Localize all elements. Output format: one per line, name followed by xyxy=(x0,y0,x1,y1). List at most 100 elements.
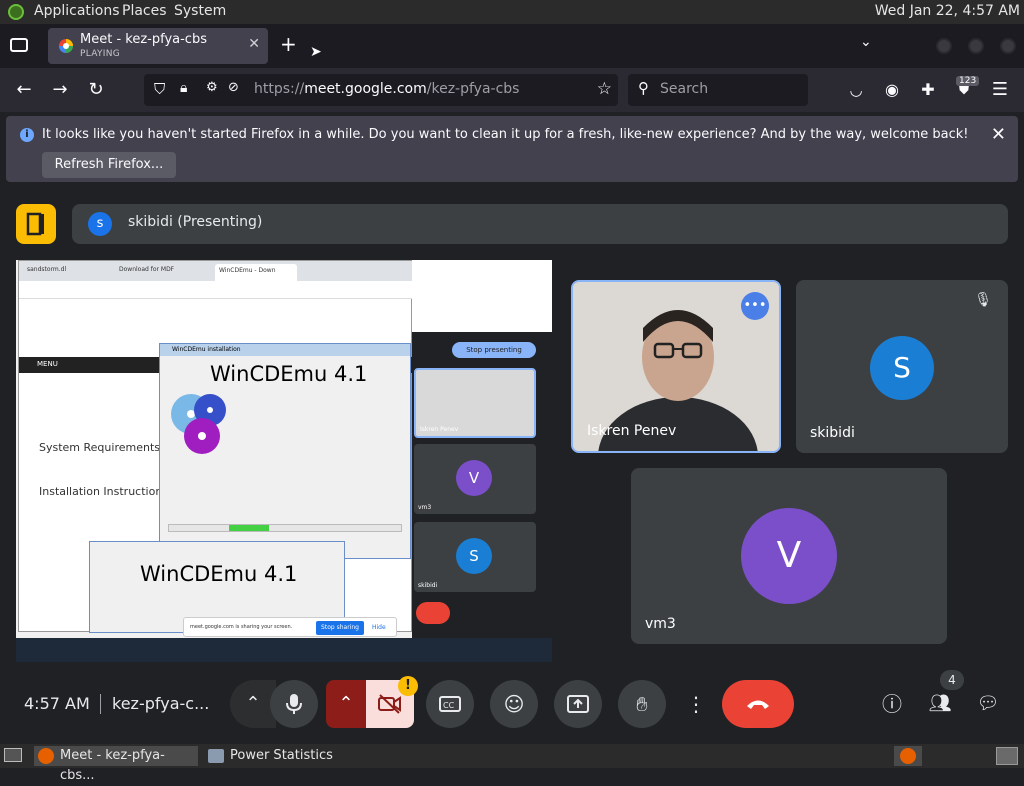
shared-tile-skibidi-name: skibidi xyxy=(418,582,438,589)
power-statistics-icon xyxy=(208,749,224,763)
workspace-switcher[interactable] xyxy=(996,747,1018,765)
door-icon xyxy=(26,212,44,236)
ublock-badge: 123 xyxy=(956,76,980,86)
distro-logo-icon[interactable] xyxy=(8,4,24,20)
chat-button[interactable]: 💬︎ xyxy=(964,680,1012,728)
show-desktop-icon[interactable] xyxy=(4,748,22,762)
end-call-button[interactable] xyxy=(722,680,794,728)
shared-progress-bar xyxy=(168,524,402,532)
shared-installer-title: WinCDEmu 4.1 xyxy=(210,362,368,386)
tab-close-icon[interactable]: ✕ xyxy=(248,36,260,52)
screen-share-view[interactable]: sandstorm.dl Download for MDF WinCDEmu -… xyxy=(16,260,552,662)
new-tab-button[interactable]: + xyxy=(280,32,297,56)
microphone-button[interactable] xyxy=(270,680,318,728)
cd-disc-icon xyxy=(171,394,226,454)
participant-more-options-icon[interactable]: ••• xyxy=(741,292,769,320)
captions-button[interactable]: CC xyxy=(426,680,474,728)
shared-tab-1: sandstorm.dl xyxy=(27,266,67,273)
separator xyxy=(100,694,101,714)
shared-tile-skibidi: S skibidi xyxy=(414,522,536,592)
lock-icon[interactable]: 🔒︎ xyxy=(180,80,187,96)
back-arrow-icon[interactable]: ← xyxy=(12,78,36,102)
shared-stop-sharing-button: Stop sharing xyxy=(316,621,364,635)
browser-tab-strip: Meet - kez-pfya-cbs PLAYING ✕ + ➤ ⌄ xyxy=(0,24,1024,68)
participant-tile-skibidi[interactable]: 🎙︎ S skibidi xyxy=(796,280,1008,453)
account-icon[interactable]: ◉ xyxy=(880,78,904,102)
mouse-cursor-icon: ➤ xyxy=(310,44,322,60)
shared-address-bar xyxy=(19,281,413,299)
info-icon: i xyxy=(20,128,34,142)
tab-title: Meet - kez-pfya-cbs xyxy=(80,32,207,47)
notification-close-icon[interactable]: ✕ xyxy=(991,124,1006,145)
firefox-tray-icon[interactable] xyxy=(894,746,922,766)
tracking-shield-icon[interactable]: ⛉ xyxy=(154,80,165,98)
reload-icon[interactable]: ↻ xyxy=(84,78,108,102)
meeting-time: 4:57 AM xyxy=(24,694,90,713)
presenting-door-button[interactable] xyxy=(16,204,56,244)
notification-message: It looks like you haven't started Firefo… xyxy=(42,127,969,142)
participant-name: Iskren Penev xyxy=(587,423,677,439)
shared-installer-dialog: WinCDEmu installation WinCDEmu 4.1 xyxy=(159,343,411,559)
shared-install-heading: Installation Instruction xyxy=(39,485,163,498)
shared-avatar-v: V xyxy=(456,460,492,496)
list-all-tabs-chevron-icon[interactable]: ⌄ xyxy=(860,34,872,50)
shared-menu-label: MENU xyxy=(37,360,58,368)
system-menu[interactable]: System xyxy=(174,3,226,19)
close-window-button[interactable] xyxy=(1000,38,1016,54)
shared-avatar-s: S xyxy=(456,538,492,574)
forward-arrow-icon[interactable]: → xyxy=(48,78,72,102)
taskbar-item-meet[interactable]: Meet - kez-pfya-cbs... xyxy=(34,746,198,783)
minimize-window-button[interactable] xyxy=(936,38,952,54)
participant-tile-vm3[interactable]: V vm3 xyxy=(631,468,947,644)
shared-windows-taskbar xyxy=(16,638,552,662)
shared-sharing-bar: meet.google.com is sharing your screen. … xyxy=(183,617,397,637)
more-options-button[interactable]: ⋮ xyxy=(682,680,710,728)
applications-menu[interactable]: Applications xyxy=(34,3,120,19)
url-bar[interactable]: ⛉ 🔒︎ ⚙ ⊘ https://meet.google.com/kez-pfy… xyxy=(144,74,618,106)
shared-dialog-title: WinCDEmu installation xyxy=(172,346,241,353)
maximize-window-button[interactable] xyxy=(968,38,984,54)
shared-end-call-icon xyxy=(416,602,450,624)
tab-playing-label: PLAYING xyxy=(80,49,121,59)
participant-tile-iskren[interactable]: ••• Iskren Penev xyxy=(571,280,781,453)
shared-meet-header xyxy=(412,260,552,332)
desktop-taskbar: Meet - kez-pfya-cbs... Power Statistics xyxy=(0,744,1024,783)
places-menu[interactable]: Places xyxy=(122,3,167,19)
shared-tile-vm3-name: vm3 xyxy=(418,504,432,511)
camera-blocked-icon[interactable]: ⊘ xyxy=(228,80,239,95)
meet-area: s skibidi (Presenting) sandstorm.dl Down… xyxy=(0,186,1024,742)
present-screen-button[interactable] xyxy=(554,680,602,728)
app-menu-icon[interactable]: ☰ xyxy=(988,78,1012,102)
shared-sysreq-heading: System Requirements xyxy=(39,441,160,454)
shared-meet-window: Stop presenting Iskren Penev V vm3 S ski… xyxy=(412,260,552,638)
refresh-firefox-button[interactable]: Refresh Firefox... xyxy=(42,152,176,178)
raise-hand-button[interactable]: ✋︎ xyxy=(618,680,666,728)
shared-tab-strip: sandstorm.dl Download for MDF WinCDEmu -… xyxy=(19,261,413,281)
meeting-info-button[interactable]: ⓘ xyxy=(868,680,916,728)
meet-control-bar: 4:57 AM kez-pfya-c... ⌃ ⌃ ! CC ☺ ✋︎ ⋮ ⓘ … xyxy=(0,670,1024,734)
camera-off-icon xyxy=(378,694,401,714)
search-placeholder: Search xyxy=(660,81,709,97)
shared-tab-2: Download for MDF xyxy=(119,266,175,273)
permissions-icon[interactable]: ⚙ xyxy=(206,80,218,95)
tab-meet[interactable]: Meet - kez-pfya-cbs PLAYING ✕ xyxy=(48,28,268,64)
presenting-banner[interactable]: s skibidi (Presenting) xyxy=(72,204,1008,244)
svg-text:CC: CC xyxy=(443,701,455,710)
search-field[interactable]: ⚲ Search xyxy=(628,74,808,106)
present-icon xyxy=(567,695,589,713)
emoji-button[interactable]: ☺ xyxy=(490,680,538,728)
taskbar-item-power-statistics[interactable]: Power Statistics xyxy=(204,746,364,766)
shared-browser-window: sandstorm.dl Download for MDF WinCDEmu -… xyxy=(18,260,413,637)
meeting-code[interactable]: kez-pfya-c... xyxy=(112,694,209,713)
pocket-icon[interactable]: ◡ xyxy=(844,78,868,102)
extensions-icon[interactable]: ✚ xyxy=(916,78,940,102)
shared-stop-presenting-button: Stop presenting xyxy=(452,342,536,358)
search-icon: ⚲ xyxy=(638,79,649,97)
bookmark-star-icon[interactable]: ☆ xyxy=(597,79,612,99)
url-text[interactable]: https://meet.google.com/kez-pfya-cbs xyxy=(254,81,519,97)
refresh-firefox-notification: i It looks like you haven't started Fire… xyxy=(6,116,1018,182)
desktop-clock[interactable]: Wed Jan 22, 4:57 AM xyxy=(875,3,1020,19)
video-options-chevron-icon[interactable]: ⌃ xyxy=(326,680,366,728)
tab-overview-icon[interactable] xyxy=(10,38,28,52)
participant-name: skibidi xyxy=(810,425,855,441)
